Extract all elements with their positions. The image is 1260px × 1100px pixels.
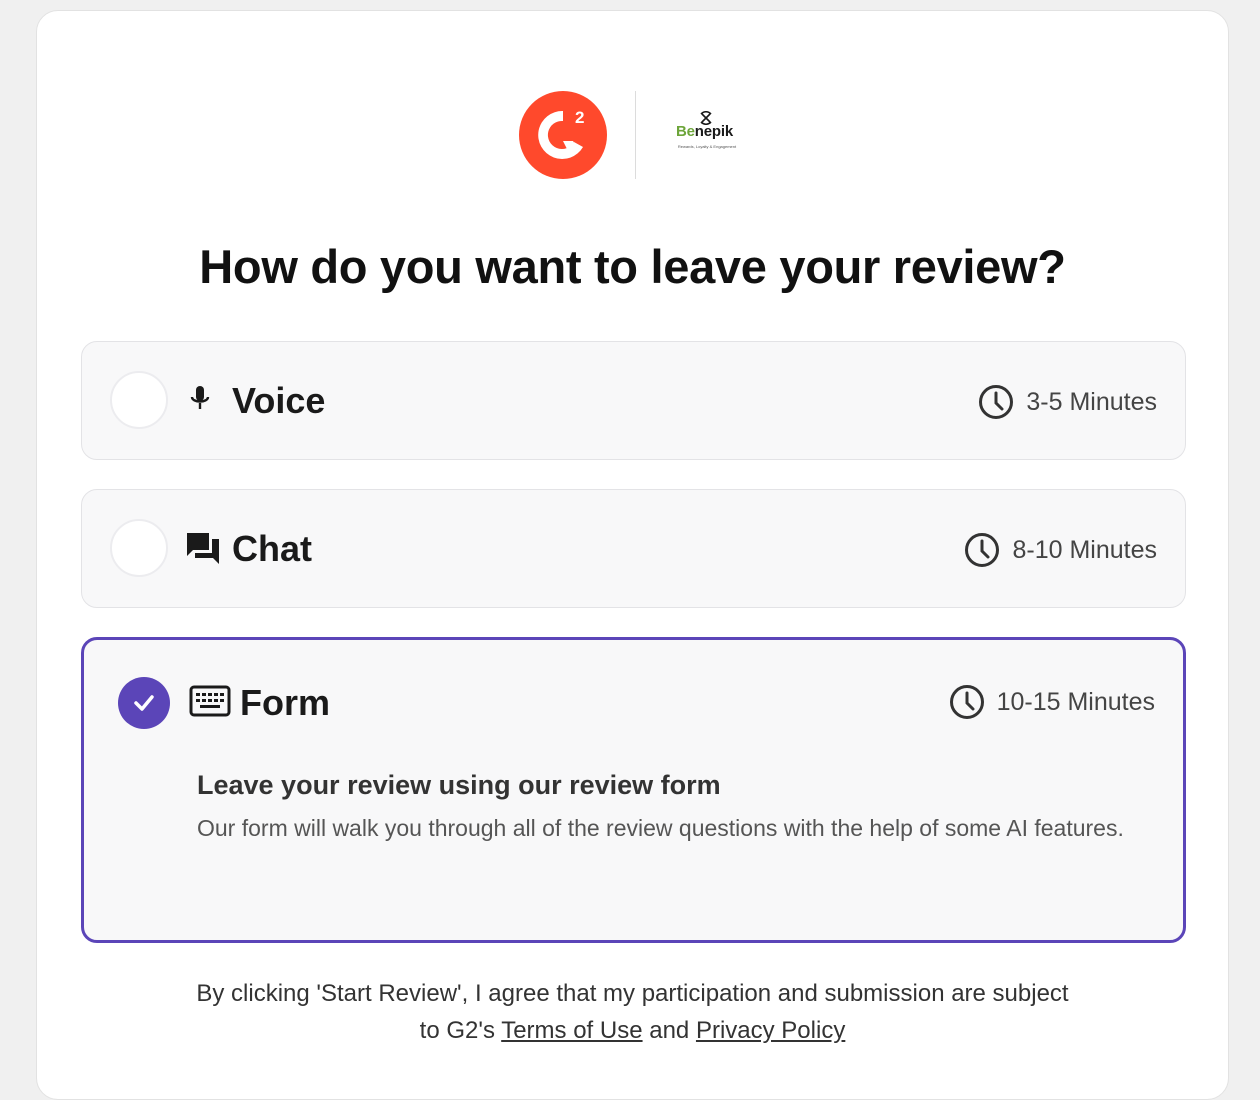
- benepik-tagline: Rewards, Loyalty & Engagement: [677, 144, 737, 149]
- option-form[interactable]: Form 10-15 Minutes Leave your review usi…: [81, 637, 1186, 943]
- benepik-wordmark-suffix: nepik: [694, 123, 733, 140]
- benepik-wordmark-prefix: Be: [676, 123, 695, 140]
- consent-line-1: By clicking 'Start Review', I agree that…: [196, 980, 1069, 1007]
- radio-chat[interactable]: [110, 519, 168, 577]
- page-title: How do you want to leave your review?: [199, 240, 1066, 293]
- option-voice-duration: 3-5 Minutes: [978, 384, 1157, 420]
- privacy-policy-link[interactable]: Privacy Policy: [696, 1017, 845, 1044]
- checkmark-icon: [134, 695, 154, 711]
- option-voice-label: Voice: [232, 380, 326, 421]
- microphone-icon: [186, 384, 214, 414]
- chat-bubbles-icon: [184, 530, 222, 566]
- consent-footer: By clicking 'Start Review', I agree that…: [37, 975, 1228, 1049]
- review-method-card: 2 Benepik Rewards, Loyalty & Engagement …: [36, 10, 1229, 1100]
- radio-voice[interactable]: [110, 371, 168, 429]
- keyboard-icon: [188, 684, 232, 718]
- benepik-logo: Benepik Rewards, Loyalty & Engagement: [668, 111, 746, 159]
- logo-bar: 2 Benepik Rewards, Loyalty & Engagement: [37, 85, 1228, 185]
- consent-prefix: to G2's: [419, 1017, 502, 1044]
- option-form-description-body: Our form will walk you through all of th…: [197, 815, 1124, 841]
- clock-icon: [965, 533, 1000, 567]
- g2-logo: 2: [519, 91, 607, 179]
- option-chat[interactable]: Chat 8-10 Minutes: [81, 489, 1186, 608]
- option-form-label: Form: [240, 682, 330, 723]
- terms-of-use-link[interactable]: Terms of Use: [501, 1017, 642, 1044]
- option-form-duration: 10-15 Minutes: [949, 684, 1155, 720]
- option-voice[interactable]: Voice 3-5 Minutes: [81, 341, 1186, 460]
- option-form-time: 10-15 Minutes: [996, 687, 1155, 716]
- option-chat-time: 8-10 Minutes: [1012, 535, 1157, 564]
- clock-icon: [979, 385, 1014, 419]
- clock-icon: [949, 685, 984, 719]
- logo-divider: [635, 91, 636, 179]
- benepik-wordmark: Benepik: [676, 123, 733, 140]
- option-chat-duration: 8-10 Minutes: [964, 532, 1157, 568]
- consent-line-2: to G2's Terms of Use and Privacy Policy: [37, 1012, 1228, 1049]
- option-voice-time: 3-5 Minutes: [1026, 387, 1157, 416]
- svg-text:2: 2: [575, 108, 584, 127]
- radio-form-checked[interactable]: [118, 677, 170, 729]
- option-chat-label: Chat: [232, 528, 312, 569]
- option-form-description-title: Leave your review using our review form: [197, 770, 721, 800]
- consent-and: and: [642, 1017, 696, 1044]
